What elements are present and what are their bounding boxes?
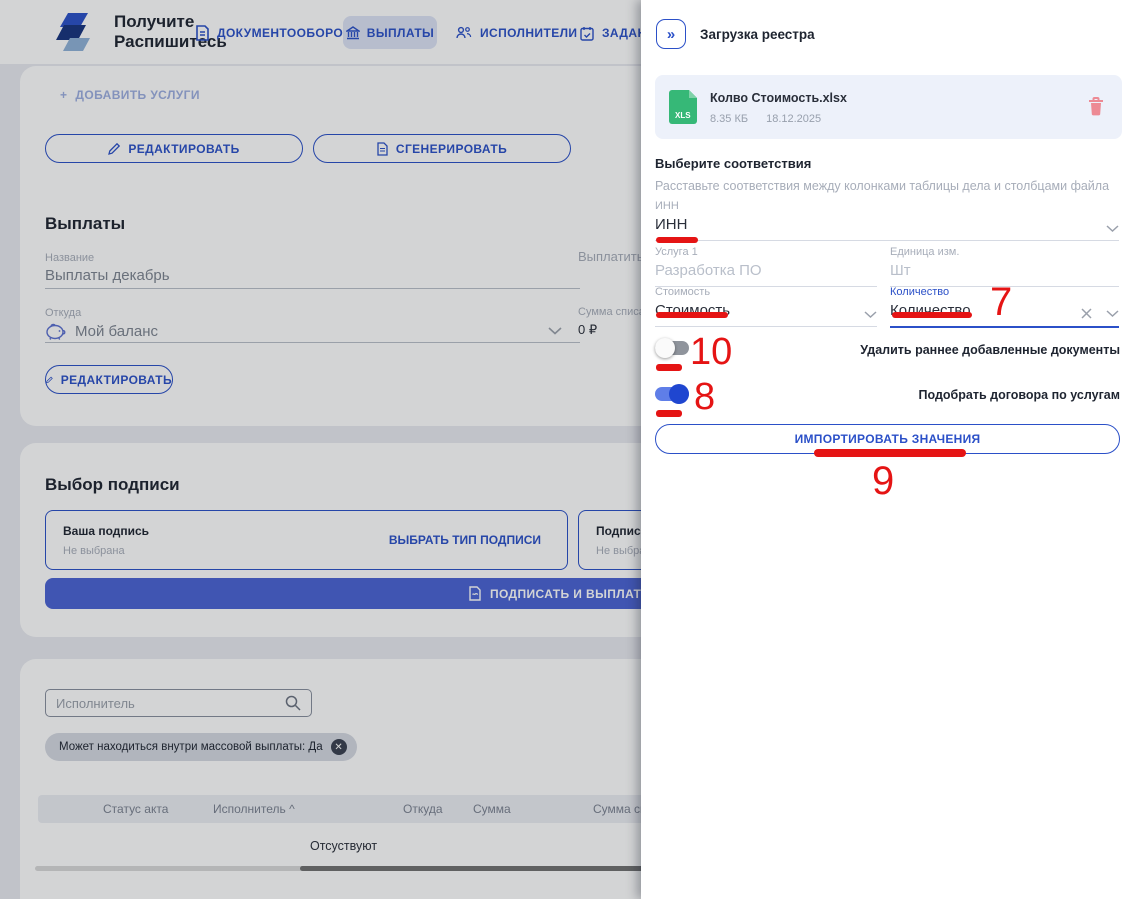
xls-file-icon: XLS bbox=[669, 90, 697, 124]
cost-select[interactable]: Стоимость Стоимость bbox=[655, 286, 877, 327]
annotation-underline-toggle-on bbox=[656, 410, 682, 417]
annotation-underline-toggle-off bbox=[656, 364, 682, 371]
unit-label: Единица изм. bbox=[890, 246, 960, 258]
service-label: Услуга 1 bbox=[655, 246, 698, 258]
svg-text:XLS: XLS bbox=[675, 111, 691, 120]
delete-file-icon[interactable] bbox=[1088, 97, 1104, 116]
collapse-panel-button[interactable]: » bbox=[656, 19, 686, 49]
delete-previous-docs-label: Удалить раннее добавленные документы bbox=[860, 343, 1120, 357]
file-size: 8.35 КБ bbox=[710, 113, 749, 125]
chevron-down-icon[interactable] bbox=[1106, 225, 1119, 233]
match-contracts-label: Подобрать договора по услугам bbox=[918, 388, 1120, 402]
inn-select[interactable]: ИНН ИНН bbox=[655, 200, 1119, 241]
annotation-number-8: 8 bbox=[694, 376, 716, 418]
service-field: Услуга 1 Разработка ПО bbox=[655, 246, 877, 287]
cost-label: Стоимость bbox=[655, 286, 711, 298]
mapping-subtitle: Расставьте соответствия между колонками … bbox=[655, 179, 1110, 193]
annotation-number-9: 9 bbox=[872, 459, 895, 503]
file-name: Колво Стоимость.xlsx bbox=[710, 91, 847, 105]
annotation-underline-quantity bbox=[892, 312, 972, 318]
uploaded-file-row: XLS Колво Стоимость.xlsx 8.35 КБ 18.12.2… bbox=[655, 75, 1122, 139]
chevron-down-icon[interactable] bbox=[864, 311, 877, 319]
double-chevron-right-icon: » bbox=[666, 25, 676, 43]
annotation-underline-import bbox=[814, 449, 966, 457]
delete-previous-docs-toggle[interactable] bbox=[655, 338, 689, 358]
annotation-number-10: 10 bbox=[690, 331, 733, 373]
clear-x-icon[interactable] bbox=[1081, 308, 1092, 319]
panel-title: Загрузка реестра bbox=[700, 27, 815, 42]
file-date: 18.12.2025 bbox=[766, 113, 822, 125]
chevron-down-icon[interactable] bbox=[1106, 309, 1119, 318]
inn-value: ИНН bbox=[655, 216, 688, 233]
service-value: Разработка ПО bbox=[655, 262, 762, 279]
annotation-number-7: 7 bbox=[990, 280, 1013, 324]
inn-label: ИНН bbox=[655, 200, 679, 212]
match-contracts-toggle[interactable] bbox=[655, 384, 689, 404]
file-meta: 8.35 КБ 18.12.2025 bbox=[710, 113, 821, 125]
annotation-underline-inn bbox=[656, 237, 698, 243]
mapping-title: Выберите соответствия bbox=[655, 156, 812, 171]
annotation-underline-cost bbox=[656, 312, 728, 318]
